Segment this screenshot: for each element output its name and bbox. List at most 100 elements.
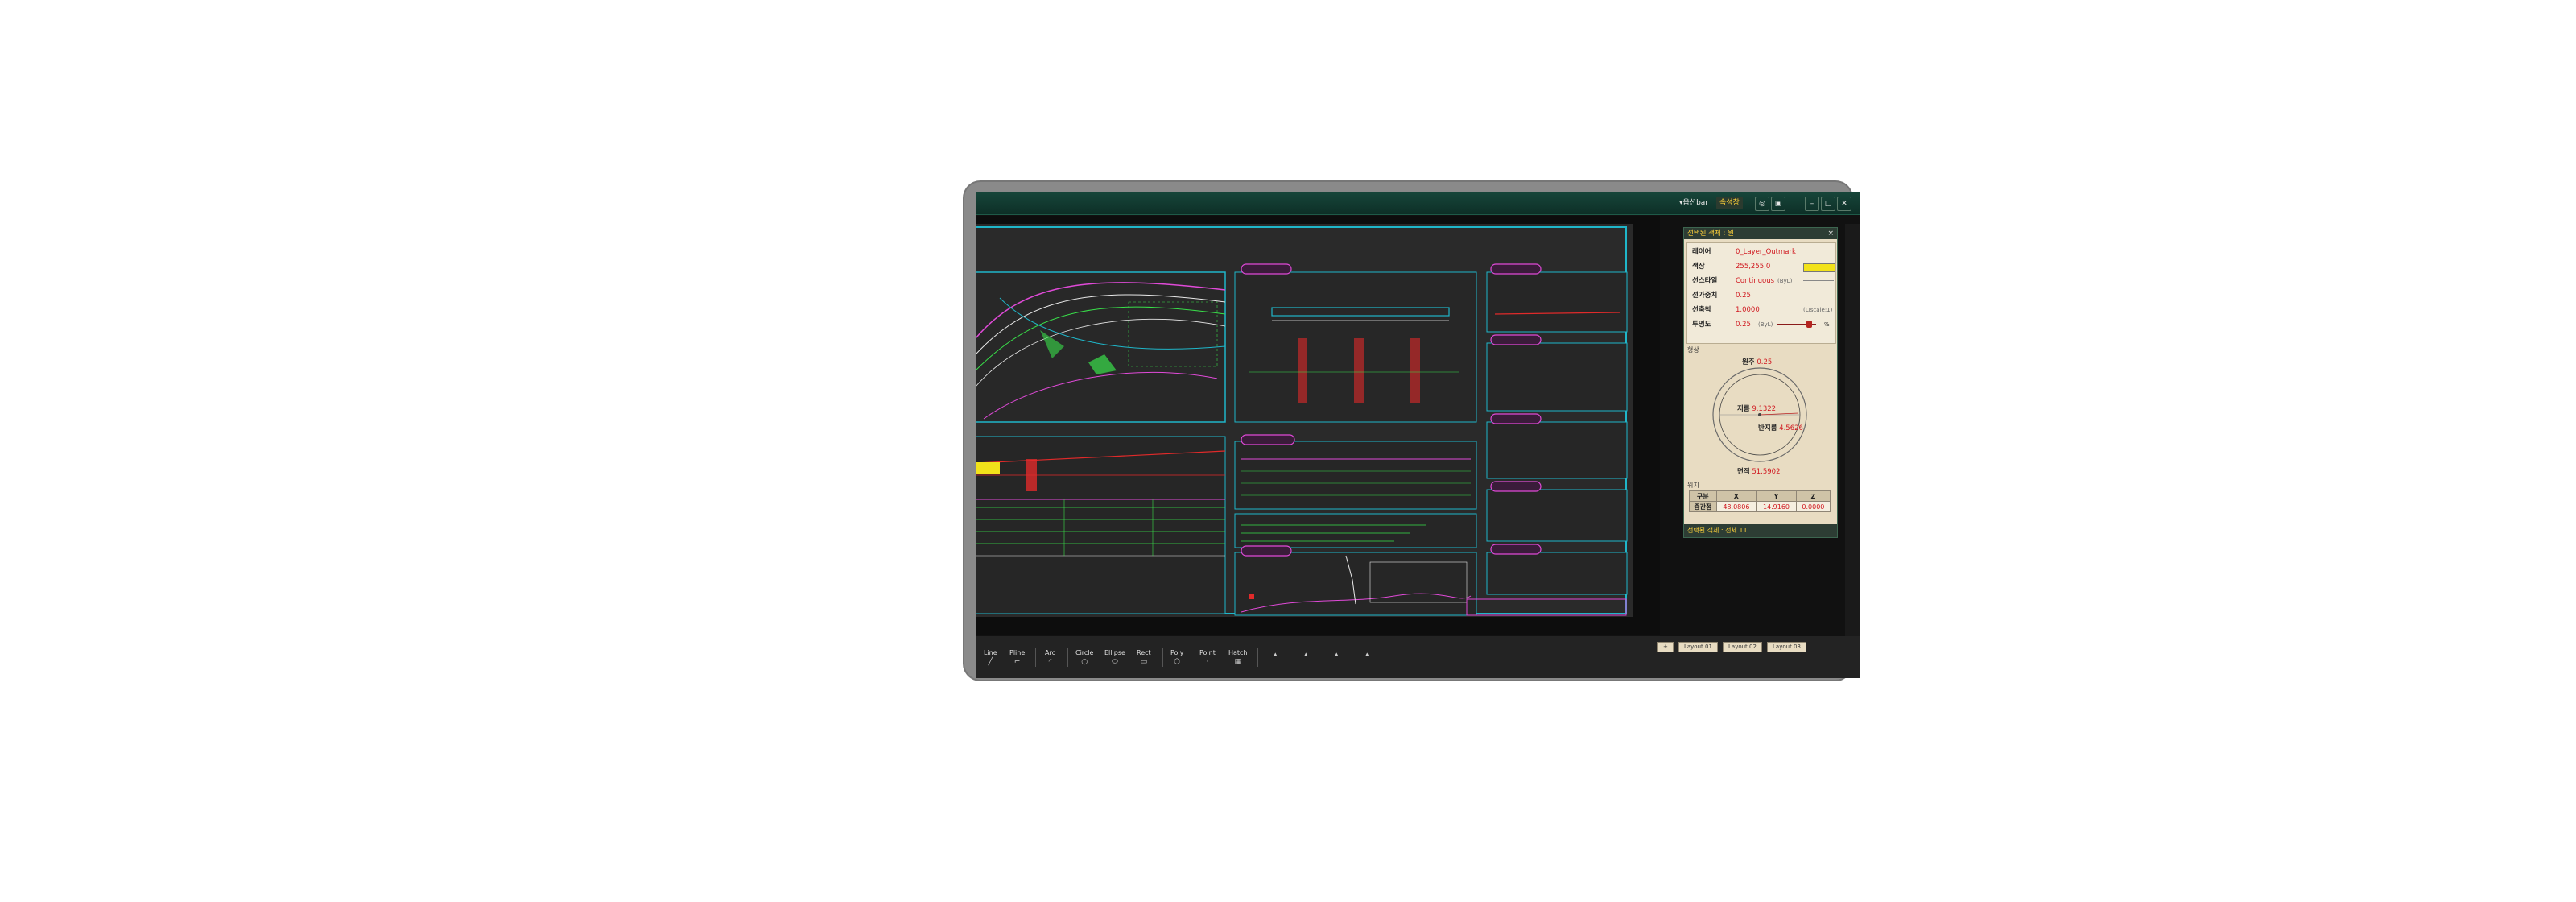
area-readout: 면적 51.5902 — [1737, 466, 1781, 476]
column-header: Y — [1756, 490, 1797, 502]
polygon-icon: ⬡ — [1174, 658, 1181, 666]
percent-sign: % — [1824, 321, 1830, 328]
properties-panel: 선택된 객체 : 원 × 레이어 0_Layer_Outmark 색상 255,… — [1683, 227, 1838, 538]
lineweight-value[interactable]: 0.25 — [1736, 288, 1751, 303]
coordinate-header-row: 구분 X Y Z — [1689, 490, 1831, 502]
color-value[interactable]: 255,255,0 — [1736, 259, 1770, 274]
position-section-label: 위치 — [1687, 482, 1699, 489]
attribute-row-lineweight[interactable]: 선가중치 0.25 — [1690, 288, 1832, 303]
close-icon[interactable]: × — [1827, 228, 1834, 239]
area-label: 면적 — [1737, 468, 1750, 476]
circle-tool-button[interactable]: Circle ○ — [1075, 649, 1093, 666]
hatch-icon: ▦ — [1234, 658, 1242, 666]
circle-icon: ○ — [1081, 658, 1088, 666]
arrow-tool-button-1[interactable]: ▴ — [1274, 649, 1278, 659]
attribute-list: 레이어 0_Layer_Outmark 색상 255,255,0 선스타일 Co… — [1686, 242, 1836, 344]
linetype-value[interactable]: Continuous — [1736, 274, 1774, 288]
z-value[interactable]: 0.0000 — [1795, 501, 1831, 512]
quantity-table-panel — [1234, 434, 1477, 510]
color-swatch[interactable] — [1803, 263, 1835, 272]
area-value: 51.5902 — [1752, 468, 1781, 476]
linescale-value[interactable]: 1.0000 — [1736, 303, 1760, 317]
circle-center-point — [1758, 413, 1761, 416]
transparency-value[interactable]: 0.25 — [1736, 317, 1751, 332]
tab-layout-02[interactable]: Layout 02 — [1723, 642, 1762, 652]
rectangle-icon: ▭ — [1140, 658, 1148, 666]
tool-label: Poly — [1170, 649, 1184, 656]
triangle-icon: ▴ — [1365, 651, 1369, 659]
radius-label: 반지름 — [1758, 424, 1777, 432]
transparency-label: 투명도 — [1692, 321, 1711, 329]
tool-label: Circle — [1075, 649, 1094, 656]
maximize-icon[interactable]: ▣ — [1771, 197, 1785, 211]
diameter-readout: 지름 9.1322 — [1737, 403, 1776, 413]
circle-diagram — [1712, 367, 1807, 462]
polyline-tool-button[interactable]: Pline ⌐ — [1009, 649, 1025, 666]
rectangle-tool-button[interactable]: Rect ▭ — [1137, 649, 1151, 666]
toolbar-divider — [1257, 648, 1258, 667]
ellipse-tool-button[interactable]: Ellipse ⬭ — [1104, 649, 1125, 666]
arrow-tool-button-2[interactable]: ▴ — [1304, 649, 1308, 659]
attribute-row-transparency[interactable]: 투명도 0.25 (ByL) % — [1690, 317, 1832, 332]
transparency-slider-handle[interactable] — [1806, 321, 1812, 328]
cad-drawing-sheet[interactable] — [976, 217, 1652, 630]
polyline-icon: ⌐ — [1013, 658, 1021, 666]
minimize-icon[interactable]: – — [1805, 197, 1819, 211]
point-tool-button[interactable]: Point · — [1199, 649, 1216, 666]
linetype-label: 선스타일 — [1692, 277, 1718, 285]
tool-label: Line — [984, 649, 997, 656]
layers-icon[interactable]: ◎ — [1755, 197, 1769, 211]
column-header: X — [1715, 490, 1757, 502]
profile-view-panel — [976, 436, 1226, 614]
point-icon: · — [1206, 658, 1209, 666]
column-header: Z — [1795, 490, 1831, 502]
x-value[interactable]: 48.0806 — [1715, 501, 1757, 512]
attribute-row-color[interactable]: 색상 255,255,0 — [1690, 259, 1835, 274]
color-label: 색상 — [1692, 263, 1705, 271]
toolbar-divider — [1067, 648, 1068, 667]
arrow-tool-button-3[interactable]: ▴ — [1335, 649, 1339, 659]
tool-label: Point — [1199, 649, 1216, 656]
triangle-icon: ▴ — [1335, 651, 1339, 659]
cad-application-window: ▾옵션bar 속성창 ◎ ▣ – □ ✕ 선택된 객체: 원 × 레이어 0_… — [976, 192, 1860, 678]
attribute-row-linescale[interactable]: 선축척 1.0000 (LTscale:1) — [1690, 303, 1832, 317]
linetype-suffix: (ByL) — [1777, 278, 1793, 284]
coordinate-table: 구분 X Y Z 중간점 48.0806 14.9160 0.0000 — [1689, 490, 1831, 512]
line-tool-button[interactable]: Line ╱ — [984, 649, 997, 666]
tab-layout-01[interactable]: Layout 01 — [1678, 642, 1718, 652]
notes-panel — [1234, 513, 1477, 548]
layer-value[interactable]: 0_Layer_Outmark — [1736, 245, 1796, 259]
lineweight-label: 선가중치 — [1692, 292, 1718, 300]
add-layout-tab[interactable]: + — [1657, 642, 1674, 652]
arrow-tool-button-4[interactable]: ▴ — [1365, 649, 1369, 659]
transparency-suffix: (ByL) — [1758, 321, 1773, 328]
diameter-value: 9.1322 — [1752, 405, 1777, 413]
tab-layout-03[interactable]: Layout 03 — [1767, 642, 1806, 652]
attribute-row-layer[interactable]: 레이어 0_Layer_Outmark — [1690, 245, 1832, 259]
radius-readout: 반지름 4.5626 — [1758, 423, 1803, 432]
y-value[interactable]: 14.9160 — [1756, 501, 1797, 512]
linescale-suffix: (LTscale:1) — [1803, 307, 1833, 313]
close-window-icon[interactable]: ✕ — [1837, 197, 1852, 211]
radius-value: 4.5626 — [1779, 424, 1803, 432]
right-detail-panels — [1466, 263, 1628, 616]
hatch-tool-button[interactable]: Hatch ▦ — [1228, 649, 1248, 666]
restore-icon[interactable]: □ — [1821, 197, 1835, 211]
tool-label: Rect — [1137, 649, 1151, 656]
ellipse-icon: ⬭ — [1112, 658, 1118, 666]
toolbar-divider — [1035, 648, 1036, 667]
right-scroll-area[interactable] — [1845, 224, 1860, 675]
layout-tabs: + Layout 01 Layout 02 Layout 03 — [1657, 636, 1807, 652]
polygon-tool-button[interactable]: Poly ⬡ — [1170, 649, 1183, 666]
attribute-row-linetype[interactable]: 선스타일 Continuous (ByL) — [1690, 274, 1834, 288]
title-bar: ▾옵션bar 속성창 ◎ ▣ – □ ✕ — [976, 192, 1860, 215]
plan-view-panel — [976, 271, 1226, 423]
arc-tool-button[interactable]: Arc ◜ — [1045, 649, 1055, 666]
tool-label: Ellipse — [1104, 649, 1125, 656]
properties-panel-header: 선택된 객체 : 원 × — [1684, 228, 1837, 239]
selection-summary: 선택된 객체 : 전체 11 — [1684, 524, 1837, 537]
geometry-section-label: 형상 — [1687, 346, 1699, 354]
option-bar-menu[interactable]: ▾옵션bar — [1676, 197, 1711, 209]
row-label: 중간점 — [1689, 501, 1717, 512]
properties-toggle-button[interactable]: 속성창 — [1716, 197, 1743, 209]
